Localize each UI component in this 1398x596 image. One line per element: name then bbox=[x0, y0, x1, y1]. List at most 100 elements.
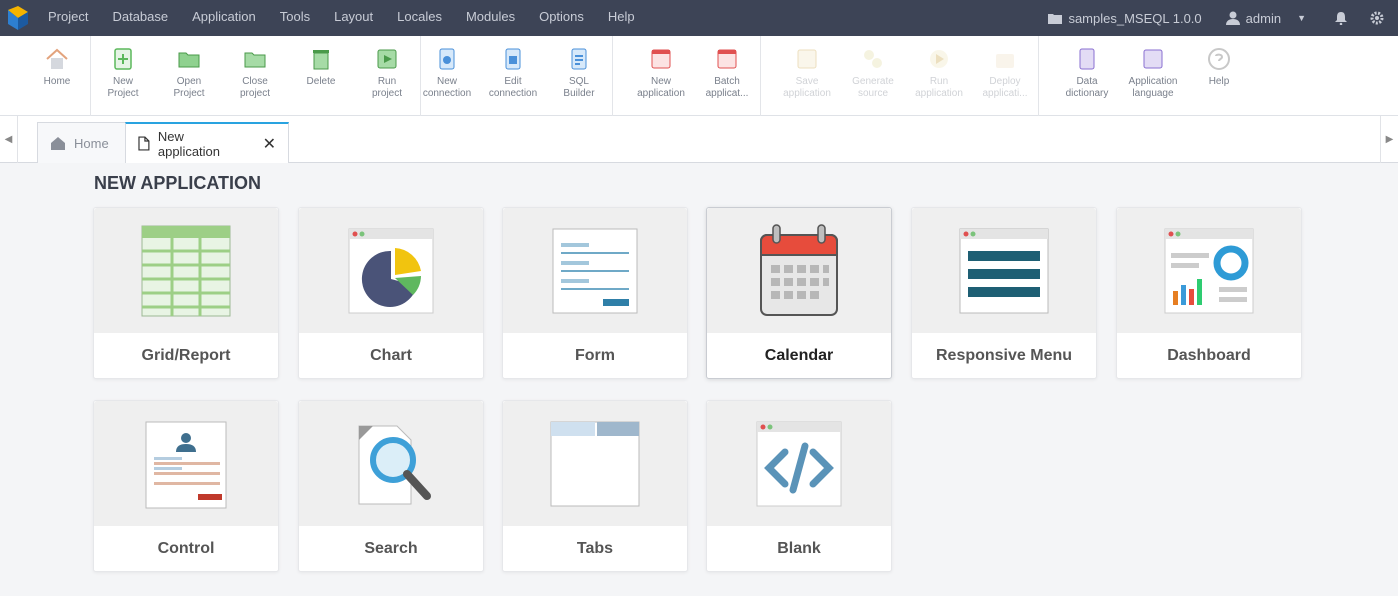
toolbar-group-project: New Project Open Project Close project D… bbox=[90, 36, 421, 116]
edit-connection-label: Edit connection bbox=[488, 76, 538, 99]
control-icon bbox=[145, 421, 227, 508]
toolbar-group-disabled: Save application Generate source Run app… bbox=[774, 36, 1039, 116]
card-label: Responsive Menu bbox=[935, 347, 1073, 364]
user-menu[interactable]: admin ▼ bbox=[1225, 11, 1306, 26]
card-icon-area bbox=[707, 208, 891, 333]
toolbar: Home New Project Open Project Close proj… bbox=[0, 36, 1398, 116]
generate-source-button[interactable]: Generate source bbox=[840, 36, 906, 116]
card-tabs[interactable]: Tabs bbox=[502, 400, 688, 572]
current-project-name: samples_MSEQL 1.0.0 bbox=[1068, 10, 1202, 26]
card-dashboard[interactable]: Dashboard bbox=[1116, 207, 1302, 379]
document-icon bbox=[138, 136, 150, 151]
close-project-icon bbox=[244, 52, 266, 68]
run-project-button[interactable]: Run project bbox=[354, 36, 420, 116]
card-icon-area bbox=[503, 208, 687, 333]
card-label: Blank bbox=[777, 540, 821, 557]
generate-source-label: Generate source bbox=[852, 76, 894, 99]
toolbar-group-tools: Data dictionary Application language Hel… bbox=[1054, 36, 1252, 116]
delete-button[interactable]: Delete bbox=[288, 36, 354, 116]
new-application-label: New application bbox=[637, 76, 685, 99]
menu-layout[interactable]: Layout bbox=[322, 0, 385, 36]
chevron-right-icon: ▶ bbox=[1385, 134, 1394, 145]
sql-builder-icon bbox=[571, 48, 587, 70]
card-label: Search bbox=[364, 540, 418, 557]
home-button-label: Home bbox=[43, 76, 71, 87]
menu-project[interactable]: Project bbox=[36, 0, 100, 36]
menu-modules[interactable]: Modules bbox=[454, 0, 527, 36]
run-application-label: Run application bbox=[915, 76, 963, 99]
new-application-icon bbox=[651, 49, 671, 69]
edit-connection-button[interactable]: Edit connection bbox=[480, 36, 546, 116]
card-label: Grid/Report bbox=[141, 347, 231, 364]
app-logo-icon[interactable] bbox=[4, 4, 32, 32]
new-project-button[interactable]: New Project bbox=[90, 36, 156, 116]
card-icon-area bbox=[299, 401, 483, 526]
menu-application[interactable]: Application bbox=[180, 0, 268, 36]
run-project-icon bbox=[377, 49, 397, 69]
card-search[interactable]: Search bbox=[298, 400, 484, 572]
page-title: NEW APPLICATION bbox=[94, 173, 261, 193]
card-icon-area bbox=[1117, 208, 1301, 333]
calendar-icon bbox=[760, 223, 838, 316]
close-project-label: Close project bbox=[239, 76, 270, 99]
sql-builder-button[interactable]: SQL Builder bbox=[546, 36, 612, 116]
tab-strip: ◀ Home New application ✕ ▶ bbox=[0, 116, 1398, 163]
bell-icon[interactable] bbox=[1334, 11, 1348, 25]
toolbar-group-home: Home bbox=[24, 36, 91, 116]
deploy-application-button[interactable]: Deploy applicati... bbox=[972, 36, 1038, 116]
current-project[interactable]: samples_MSEQL 1.0.0 bbox=[1048, 10, 1202, 26]
menu-tools[interactable]: Tools bbox=[268, 0, 322, 36]
card-icon-area bbox=[94, 208, 278, 333]
card-calendar[interactable]: Calendar bbox=[706, 207, 892, 379]
menu-help[interactable]: Help bbox=[596, 0, 647, 36]
data-dictionary-label: Data dictionary bbox=[1065, 76, 1109, 99]
new-application-button[interactable]: New application bbox=[628, 36, 694, 116]
new-connection-button[interactable]: New connection bbox=[414, 36, 480, 116]
delete-label: Delete bbox=[306, 76, 336, 87]
form-icon bbox=[552, 228, 638, 313]
folder-icon bbox=[1048, 14, 1063, 24]
open-project-label: Open Project bbox=[173, 76, 205, 99]
card-form[interactable]: Form bbox=[502, 207, 688, 379]
edit-connection-icon bbox=[505, 48, 521, 70]
tab-home[interactable]: Home bbox=[37, 122, 126, 163]
generate-source-icon bbox=[864, 50, 882, 68]
help-label: Help bbox=[1208, 76, 1230, 87]
card-control[interactable]: Control bbox=[93, 400, 279, 572]
open-project-button[interactable]: Open Project bbox=[156, 36, 222, 116]
close-icon[interactable]: ✕ bbox=[263, 134, 276, 154]
gear-icon[interactable] bbox=[1370, 11, 1384, 25]
new-project-icon bbox=[114, 48, 132, 70]
data-dictionary-icon bbox=[1079, 48, 1095, 70]
new-project-label: New Project bbox=[107, 76, 139, 99]
open-project-icon bbox=[178, 52, 200, 68]
menu-options[interactable]: Options bbox=[527, 0, 596, 36]
toolbar-group-connection: New connection Edit connection SQL Build… bbox=[414, 36, 613, 116]
save-application-icon bbox=[797, 49, 817, 69]
card-chart[interactable]: Chart bbox=[298, 207, 484, 379]
application-language-icon bbox=[1143, 49, 1163, 69]
data-dictionary-button[interactable]: Data dictionary bbox=[1054, 36, 1120, 116]
menu-database[interactable]: Database bbox=[100, 0, 180, 36]
user-icon bbox=[1225, 11, 1240, 25]
home-button[interactable]: Home bbox=[24, 36, 90, 116]
card-responsive-menu[interactable]: Responsive Menu bbox=[911, 207, 1097, 379]
close-project-button[interactable]: Close project bbox=[222, 36, 288, 116]
card-icon-area bbox=[94, 401, 278, 526]
card-blank[interactable]: Blank bbox=[706, 400, 892, 572]
batch-application-button[interactable]: Batch applicat... bbox=[694, 36, 760, 116]
application-language-button[interactable]: Application language bbox=[1120, 36, 1186, 116]
chevron-left-icon: ◀ bbox=[4, 134, 13, 145]
tab-new-application[interactable]: New application ✕ bbox=[125, 122, 289, 163]
dashboard-icon bbox=[1164, 228, 1254, 313]
tab-scroll-left[interactable]: ◀ bbox=[0, 116, 18, 163]
save-application-button[interactable]: Save application bbox=[774, 36, 840, 116]
run-project-label: Run project bbox=[371, 76, 402, 99]
menu-locales[interactable]: Locales bbox=[385, 0, 454, 36]
run-application-button[interactable]: Run application bbox=[906, 36, 972, 116]
tab-scroll-right[interactable]: ▶ bbox=[1380, 116, 1398, 163]
card-icon-area bbox=[707, 401, 891, 526]
application-language-label: Application language bbox=[1128, 76, 1178, 99]
help-button[interactable]: Help bbox=[1186, 36, 1252, 116]
card-grid-report[interactable]: Grid/Report bbox=[93, 207, 279, 379]
